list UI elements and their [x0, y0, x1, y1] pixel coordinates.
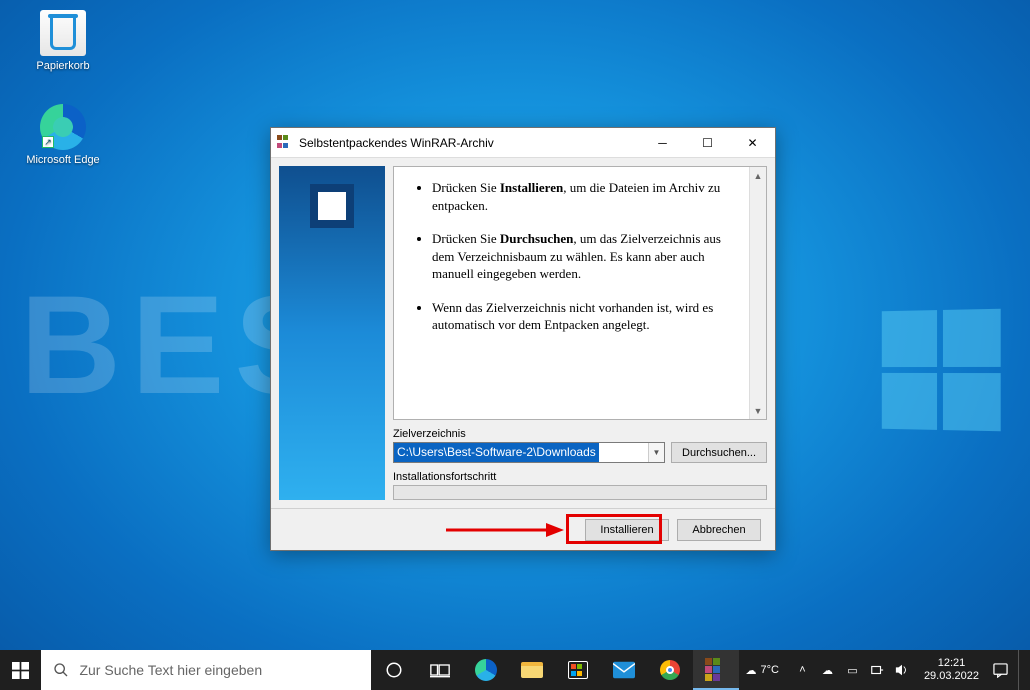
install-button[interactable]: Installieren: [585, 519, 669, 541]
progress-bar: [393, 485, 767, 500]
start-button[interactable]: [0, 650, 41, 690]
progress-label: Installationsfortschritt: [393, 471, 767, 483]
edge-icon: ↗: [40, 104, 86, 150]
winrar-sfx-dialog: Selbstentpackendes WinRAR-Archiv ─ ☐ ✕ D…: [270, 127, 776, 551]
winrar-icon: [705, 658, 727, 680]
cortana-button[interactable]: [371, 650, 417, 690]
tray-clock[interactable]: 12:21 29.03.2022: [924, 657, 979, 682]
edge-icon: [475, 659, 497, 681]
tray-weather[interactable]: ☁ 7°C: [745, 664, 778, 677]
show-desktop-button[interactable]: [1018, 650, 1024, 690]
destination-label: Zielverzeichnis: [393, 428, 767, 440]
weather-temp: 7°C: [760, 664, 778, 676]
search-icon: [53, 662, 69, 678]
recycle-bin-icon: [40, 10, 86, 56]
dialog-info-text: Drücken Sie Installieren, um die Dateien…: [393, 166, 767, 420]
close-button[interactable]: ✕: [730, 128, 775, 157]
store-icon: [568, 661, 588, 679]
tray-time: 12:21: [924, 657, 979, 670]
task-view-icon: [430, 662, 450, 678]
cancel-button[interactable]: Abbrechen: [677, 519, 761, 541]
desktop-icon-edge[interactable]: ↗ Microsoft Edge: [24, 104, 102, 166]
taskbar-app-store[interactable]: [555, 650, 601, 690]
maximize-button[interactable]: ☐: [685, 128, 730, 157]
tray-onedrive-icon[interactable]: ☁: [820, 663, 835, 678]
system-tray: ☁ 7°C ˄ ☁ ▭ 12:21 29.03.2022: [739, 650, 1030, 690]
info-bullet: Wenn das Zielverzeichnis nicht vorhanden…: [432, 299, 736, 334]
tray-network-icon[interactable]: [870, 663, 885, 678]
mail-icon: [613, 661, 635, 679]
task-view-button[interactable]: [417, 650, 463, 690]
windows-icon: [12, 662, 29, 679]
scroll-down-icon[interactable]: ▼: [750, 402, 766, 419]
circle-icon: [385, 661, 403, 679]
scroll-up-icon[interactable]: ▲: [750, 167, 766, 184]
dialog-title: Selbstentpackendes WinRAR-Archiv: [299, 136, 640, 150]
scrollbar[interactable]: ▲ ▼: [749, 167, 766, 419]
search-placeholder: Zur Suche Text hier eingeben: [79, 662, 262, 678]
info-bullet: Drücken Sie Installieren, um die Dateien…: [432, 179, 736, 214]
desktop: BEST E S T S E R Papierkorb ↗ Microsoft …: [0, 0, 1030, 690]
taskbar-app-chrome[interactable]: [647, 650, 693, 690]
desktop-icon-label: Microsoft Edge: [24, 154, 102, 166]
winrar-icon: [277, 135, 293, 151]
desktop-icon-recycle-bin[interactable]: Papierkorb: [24, 10, 102, 72]
installer-graphic-icon: [310, 184, 354, 228]
chrome-icon: [660, 660, 680, 680]
desktop-icon-label: Papierkorb: [24, 60, 102, 72]
tray-overflow-button[interactable]: ˄: [795, 663, 810, 678]
tray-meet-now-icon[interactable]: ▭: [845, 663, 860, 678]
tray-notifications-icon[interactable]: [993, 663, 1008, 678]
taskbar-app-winrar[interactable]: [693, 650, 739, 690]
taskbar-search[interactable]: Zur Suche Text hier eingeben: [41, 650, 371, 690]
windows-logo-bg: [882, 309, 1001, 432]
dialog-side-panel: [279, 166, 385, 500]
info-bullet: Drücken Sie Durchsuchen, um das Zielverz…: [432, 230, 736, 283]
browse-button[interactable]: Durchsuchen...: [671, 442, 767, 463]
taskbar-app-explorer[interactable]: [509, 650, 555, 690]
chevron-down-icon[interactable]: ▼: [648, 443, 664, 462]
dialog-titlebar[interactable]: Selbstentpackendes WinRAR-Archiv ─ ☐ ✕: [271, 128, 775, 158]
tray-date: 29.03.2022: [924, 670, 979, 683]
taskbar: Zur Suche Text hier eingeben ☁ 7°C ˄ ☁ ▭…: [0, 650, 1030, 690]
destination-combobox[interactable]: C:\Users\Best-Software-2\Downloads ▼: [393, 442, 665, 463]
taskbar-app-edge[interactable]: [463, 650, 509, 690]
cloud-icon: ☁: [745, 664, 756, 677]
tray-volume-icon[interactable]: [895, 663, 910, 678]
minimize-button[interactable]: ─: [640, 128, 685, 157]
taskbar-app-mail[interactable]: [601, 650, 647, 690]
folder-icon: [521, 662, 543, 678]
